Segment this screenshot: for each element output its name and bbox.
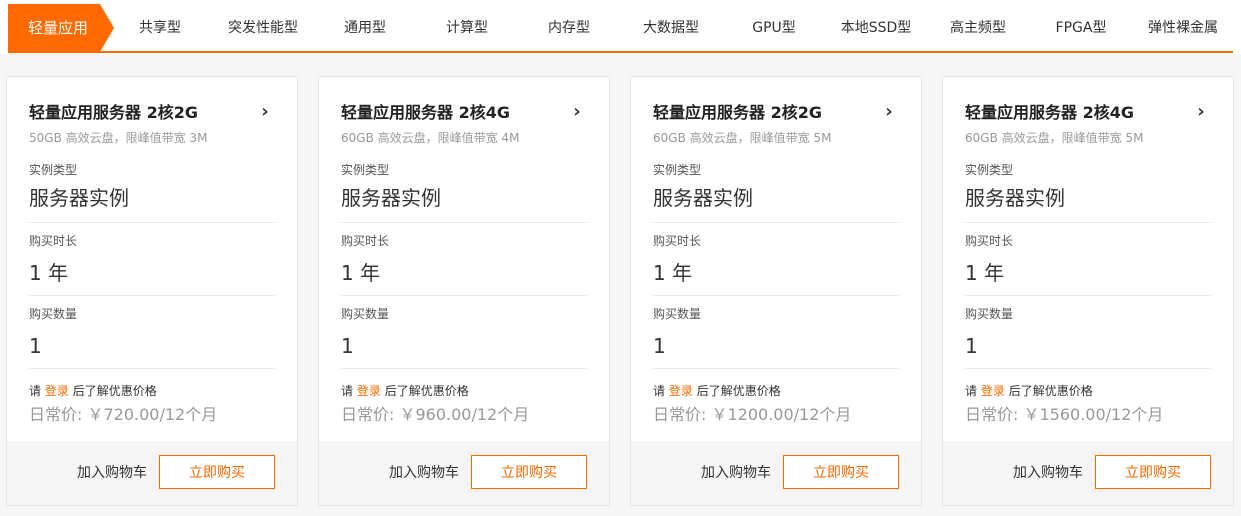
card-description: 60GB 高效云盘，限峰值带宽 5M (653, 131, 832, 145)
quantity-value[interactable]: 1 (653, 332, 899, 360)
tab-big-data[interactable]: 大数据型 (629, 4, 713, 52)
card-footer: 加入购物车 立即购买 (943, 441, 1233, 505)
instance-type-value[interactable]: 服务器实例 (965, 184, 1211, 212)
tab-memory[interactable]: 内存型 (529, 4, 609, 52)
login-prompt: 请 登录 后了解优惠价格 (653, 383, 899, 399)
card-title[interactable]: 轻量应用服务器 2核4G (965, 101, 1211, 125)
product-card: 轻量应用服务器 2核2G › 60GB 高效云盘，限峰值带宽 5M 实例类型 服… (630, 76, 922, 506)
quantity-field: 购买数量 1 (965, 296, 1211, 369)
card-title[interactable]: 轻量应用服务器 2核2G (653, 101, 899, 125)
product-card: 轻量应用服务器 2核2G › 50GB 高效云盘，限峰值带宽 3M 实例类型 服… (6, 76, 298, 506)
tab-high-frequency[interactable]: 高主频型 (937, 4, 1019, 52)
instance-type-field: 实例类型 服务器实例 (653, 146, 899, 223)
product-card: 轻量应用服务器 2核4G › 60GB 高效云盘，限峰值带宽 4M 实例类型 服… (318, 76, 610, 506)
regular-price: 日常价: ￥960.00/12个月 (341, 405, 530, 424)
buy-now-button[interactable]: 立即购买 (1095, 455, 1211, 489)
tab-compute[interactable]: 计算型 (427, 4, 507, 52)
tab-general-purpose[interactable]: 通用型 (325, 4, 405, 52)
add-to-cart-link[interactable]: 加入购物车 (389, 441, 459, 505)
instance-type-field: 实例类型 服务器实例 (341, 146, 587, 223)
duration-value[interactable]: 1 年 (653, 259, 899, 287)
duration-field: 购买时长 1 年 (965, 223, 1211, 296)
buy-now-button[interactable]: 立即购买 (159, 455, 275, 489)
buy-now-button[interactable]: 立即购买 (471, 455, 587, 489)
login-prompt: 请 登录 后了解优惠价格 (341, 383, 587, 399)
add-to-cart-link[interactable]: 加入购物车 (701, 441, 771, 505)
product-card: 轻量应用服务器 2核4G › 60GB 高效云盘，限峰值带宽 5M 实例类型 服… (942, 76, 1234, 506)
duration-value[interactable]: 1 年 (29, 259, 275, 287)
tab-burstable[interactable]: 突发性能型 (216, 4, 310, 52)
quantity-field: 购买数量 1 (341, 296, 587, 369)
instance-type-label: 实例类型 (965, 163, 1014, 177)
card-description: 60GB 高效云盘，限峰值带宽 4M (341, 131, 520, 145)
login-suffix: 后了解优惠价格 (696, 384, 781, 398)
duration-field: 购买时长 1 年 (29, 223, 275, 296)
quantity-value[interactable]: 1 (29, 332, 275, 360)
quantity-label: 购买数量 (653, 307, 702, 321)
tab-fpga[interactable]: FPGA型 (1042, 4, 1120, 52)
login-prefix: 请 (341, 384, 354, 398)
add-to-cart-link[interactable]: 加入购物车 (1013, 441, 1083, 505)
card-title[interactable]: 轻量应用服务器 2核4G (341, 101, 587, 125)
login-link[interactable]: 登录 (357, 384, 381, 398)
card-title[interactable]: 轻量应用服务器 2核2G (29, 101, 275, 125)
duration-value[interactable]: 1 年 (341, 259, 587, 287)
instance-type-field: 实例类型 服务器实例 (965, 146, 1211, 223)
quantity-label: 购买数量 (341, 307, 390, 321)
login-prefix: 请 (965, 384, 978, 398)
duration-label: 购买时长 (965, 234, 1014, 248)
login-link[interactable]: 登录 (669, 384, 693, 398)
login-link[interactable]: 登录 (45, 384, 69, 398)
instance-type-label: 实例类型 (653, 163, 702, 177)
login-suffix: 后了解优惠价格 (72, 384, 157, 398)
chevron-right-icon[interactable]: › (567, 101, 587, 125)
login-prefix: 请 (653, 384, 666, 398)
regular-price: 日常价: ￥1200.00/12个月 (653, 405, 852, 424)
login-prefix: 请 (29, 384, 42, 398)
card-footer: 加入购物车 立即购买 (631, 441, 921, 505)
duration-value[interactable]: 1 年 (965, 259, 1211, 287)
instance-type-field: 实例类型 服务器实例 (29, 146, 275, 223)
chevron-right-icon[interactable]: › (879, 101, 899, 125)
login-prompt: 请 登录 后了解优惠价格 (965, 383, 1211, 399)
login-prompt: 请 登录 后了解优惠价格 (29, 383, 275, 399)
regular-price: 日常价: ￥720.00/12个月 (29, 405, 218, 424)
instance-type-label: 实例类型 (341, 163, 390, 177)
card-footer: 加入购物车 立即购买 (319, 441, 609, 505)
regular-price: 日常价: ￥1560.00/12个月 (965, 405, 1164, 424)
quantity-field: 购买数量 1 (653, 296, 899, 369)
login-link[interactable]: 登录 (981, 384, 1005, 398)
buy-now-button[interactable]: 立即购买 (783, 455, 899, 489)
quantity-label: 购买数量 (29, 307, 78, 321)
quantity-value[interactable]: 1 (965, 332, 1211, 360)
chevron-right-icon[interactable]: › (255, 101, 275, 125)
card-description: 60GB 高效云盘，限峰值带宽 5M (965, 131, 1144, 145)
instance-type-label: 实例类型 (29, 163, 78, 177)
tab-bare-metal[interactable]: 弹性裸金属 (1136, 4, 1230, 52)
duration-label: 购买时长 (29, 234, 78, 248)
duration-label: 购买时长 (341, 234, 390, 248)
instance-type-tabbar: 轻量应用 共享型 突发性能型 通用型 计算型 内存型 大数据型 GPU型 本地S… (0, 0, 1241, 54)
login-suffix: 后了解优惠价格 (384, 384, 469, 398)
card-description: 50GB 高效云盘，限峰值带宽 3M (29, 131, 208, 145)
duration-field: 购买时长 1 年 (341, 223, 587, 296)
duration-field: 购买时长 1 年 (653, 223, 899, 296)
card-footer: 加入购物车 立即购买 (7, 441, 297, 505)
tabbar-underline (8, 51, 1233, 53)
tab-shared[interactable]: 共享型 (118, 4, 202, 52)
instance-type-value[interactable]: 服务器实例 (29, 184, 275, 212)
chevron-right-icon[interactable]: › (1191, 101, 1211, 125)
instance-type-value[interactable]: 服务器实例 (653, 184, 899, 212)
duration-label: 购买时长 (653, 234, 702, 248)
tab-lightweight[interactable]: 轻量应用 (8, 4, 114, 52)
instance-type-value[interactable]: 服务器实例 (341, 184, 587, 212)
add-to-cart-link[interactable]: 加入购物车 (77, 441, 147, 505)
tab-gpu[interactable]: GPU型 (736, 4, 812, 52)
quantity-label: 购买数量 (965, 307, 1014, 321)
quantity-field: 购买数量 1 (29, 296, 275, 369)
quantity-value[interactable]: 1 (341, 332, 587, 360)
tab-local-ssd[interactable]: 本地SSD型 (830, 4, 922, 52)
login-suffix: 后了解优惠价格 (1008, 384, 1093, 398)
